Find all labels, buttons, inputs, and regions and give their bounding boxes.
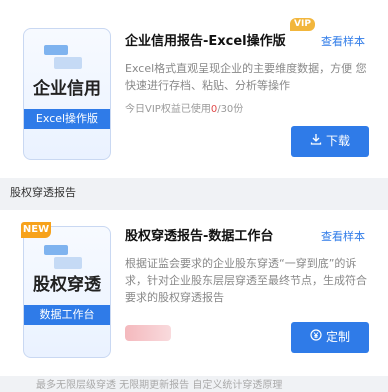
footer-features-text: 最多无限层级穿透 无限期更新报告 自定义统计穿透原理: [36, 380, 283, 391]
product-cover-equity: 股权穿透 数据工作台: [23, 226, 111, 358]
view-sample-link[interactable]: 查看样本: [321, 230, 365, 244]
usage-total: /30份: [217, 104, 244, 115]
customize-label: 定制: [325, 330, 350, 344]
cover-title: 企业信用: [33, 79, 101, 99]
download-label: 下载: [325, 134, 350, 148]
vip-usage-text: 今日VIP权益已使用0/30份: [125, 103, 243, 117]
download-icon: [310, 126, 322, 157]
customize-button[interactable]: 定制: [291, 322, 369, 353]
cover-logo-blur: [44, 245, 84, 275]
product-title[interactable]: 股权穿透报告-数据工作台: [125, 229, 273, 245]
section-label: 股权穿透报告: [10, 186, 76, 199]
view-sample-link[interactable]: 查看样本: [321, 35, 365, 49]
product-title[interactable]: 企业信用报告-Excel操作版: [125, 34, 286, 50]
vip-badge: VIP: [290, 18, 315, 31]
product-description: 根据证监会要求的企业股东穿透“一穿到底”的诉求，针对企业股东层层穿透至最终节点，…: [125, 257, 367, 304]
cover-subtitle: Excel操作版: [24, 109, 110, 129]
usage-prefix: 今日VIP权益已使用: [125, 104, 211, 115]
product-cover-excel: 企业信用 Excel操作版: [23, 28, 111, 160]
cover-title: 股权穿透: [33, 275, 101, 295]
cover-logo-blur: [44, 45, 84, 75]
cover-subtitle: 数据工作台: [24, 305, 110, 325]
blurred-content: [125, 325, 171, 341]
download-button[interactable]: 下载: [291, 126, 369, 157]
product-description: Excel格式直观呈现企业的主要维度数据，方便 您快速进行存档、粘贴、分析等操作: [125, 62, 367, 92]
yuan-icon: [310, 322, 322, 353]
new-badge: NEW: [21, 222, 51, 238]
